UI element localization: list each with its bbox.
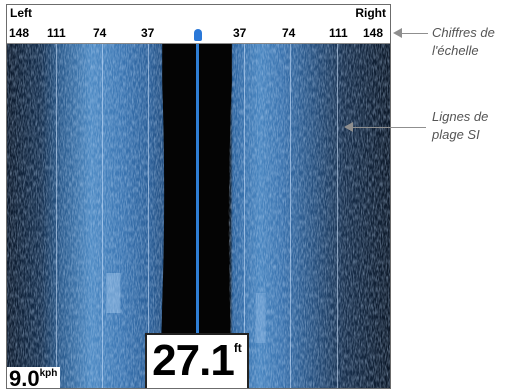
scale-tick: 148 xyxy=(9,26,30,40)
callout-text-line: Lignes de xyxy=(432,109,489,124)
depth-value: 27.1 xyxy=(152,336,235,385)
side-imaging-sonar-screen: Left Right 148 111 74 37 37 74 111 148 2… xyxy=(6,4,391,389)
callout-line xyxy=(400,33,428,34)
range-line xyxy=(290,43,291,388)
scale-tick: 74 xyxy=(93,26,107,40)
scale-bar: Left Right 148 111 74 37 37 74 111 148 xyxy=(7,5,390,44)
scale-tick: 111 xyxy=(329,26,348,40)
callout-line xyxy=(352,127,426,128)
speed-unit: kph xyxy=(39,368,58,379)
callout-range-lines: Lignes de plage SI xyxy=(432,108,488,144)
callout-text-line: plage SI xyxy=(432,127,480,142)
scale-right-label: Right xyxy=(355,6,386,20)
scale-left-label: Left xyxy=(10,6,32,20)
callout-text-line: Chiffres de xyxy=(432,25,495,40)
scale-tick: 111 xyxy=(47,26,66,40)
scale-tick: 74 xyxy=(282,26,296,40)
scale-tick: 37 xyxy=(141,26,155,40)
range-line xyxy=(337,43,338,388)
speed-readout: 9.0kph xyxy=(7,366,61,389)
boat-position-icon xyxy=(194,29,202,41)
scale-tick: 148 xyxy=(363,26,384,40)
depth-unit: ft xyxy=(233,341,242,355)
range-line xyxy=(102,43,103,388)
callout-text-line: l'échelle xyxy=(432,43,479,58)
range-line xyxy=(56,43,57,388)
speed-value: 9.0 xyxy=(9,366,40,389)
scale-tick: 37 xyxy=(233,26,247,40)
callout-scale-digits: Chiffres de l'échelle xyxy=(432,24,495,60)
depth-readout: 27.1ft xyxy=(145,333,249,388)
